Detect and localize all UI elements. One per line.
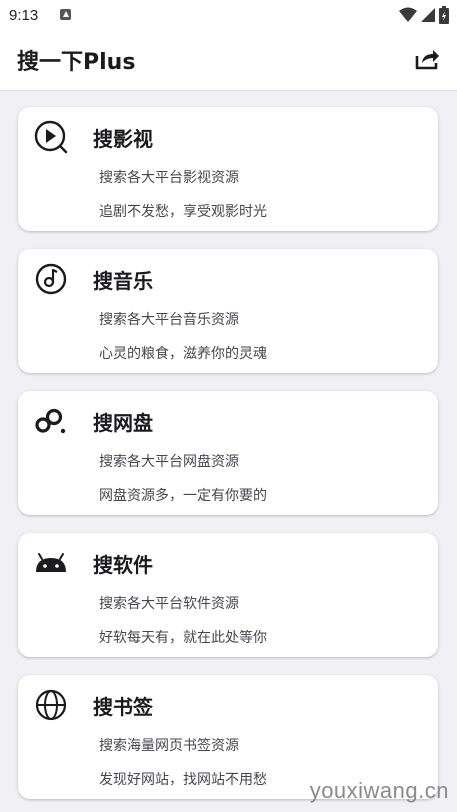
share-icon xyxy=(415,50,439,70)
card-slogan: 追剧不发愁，享受观影时光 xyxy=(99,204,267,220)
play-circle-icon xyxy=(33,119,69,155)
wifi-icon xyxy=(399,7,417,22)
card-description: 搜索各大平台影视资源 xyxy=(99,170,239,186)
status-icons xyxy=(399,6,449,24)
cloud-drive-icon xyxy=(33,403,69,439)
music-disc-icon xyxy=(33,261,69,297)
card-title: 搜音乐 xyxy=(93,269,153,293)
card-slogan: 发现好网站，找网站不用愁 xyxy=(99,772,267,788)
globe-icon xyxy=(33,687,69,723)
status-time: 9:13 xyxy=(9,7,39,24)
watermark-text: youxiwang.cn xyxy=(309,778,449,803)
card-movies[interactable]: 搜影视 搜索各大平台影视资源 追剧不发愁，享受观影时光 xyxy=(18,107,438,231)
status-bar: 9:13 xyxy=(0,0,457,32)
card-slogan: 好软每天有，就在此处等你 xyxy=(99,630,267,646)
card-title: 搜网盘 xyxy=(93,411,153,435)
app-title: 搜一下Plus xyxy=(17,50,136,75)
card-slogan: 网盘资源多，一定有你要的 xyxy=(99,488,267,504)
card-music[interactable]: 搜音乐 搜索各大平台音乐资源 心灵的粮食，滋养你的灵魂 xyxy=(18,249,438,373)
card-description: 搜索各大平台软件资源 xyxy=(99,596,239,612)
app-bar: 搜一下Plus xyxy=(0,32,457,91)
notification-icon xyxy=(60,9,71,20)
card-title: 搜书签 xyxy=(93,695,153,719)
card-description: 搜索海量网页书签资源 xyxy=(99,738,239,754)
signal-icon xyxy=(421,8,435,22)
card-title: 搜软件 xyxy=(93,553,153,577)
card-software[interactable]: 搜软件 搜索各大平台软件资源 好软每天有，就在此处等你 xyxy=(18,533,438,657)
card-description: 搜索各大平台音乐资源 xyxy=(99,312,239,328)
share-button[interactable] xyxy=(413,43,443,73)
battery-icon xyxy=(439,6,449,24)
card-slogan: 心灵的粮食，滋养你的灵魂 xyxy=(99,346,267,362)
card-cloud-drive[interactable]: 搜网盘 搜索各大平台网盘资源 网盘资源多，一定有你要的 xyxy=(18,391,438,515)
card-description: 搜索各大平台网盘资源 xyxy=(99,454,239,470)
card-title: 搜影视 xyxy=(93,127,153,151)
android-icon xyxy=(33,545,69,581)
